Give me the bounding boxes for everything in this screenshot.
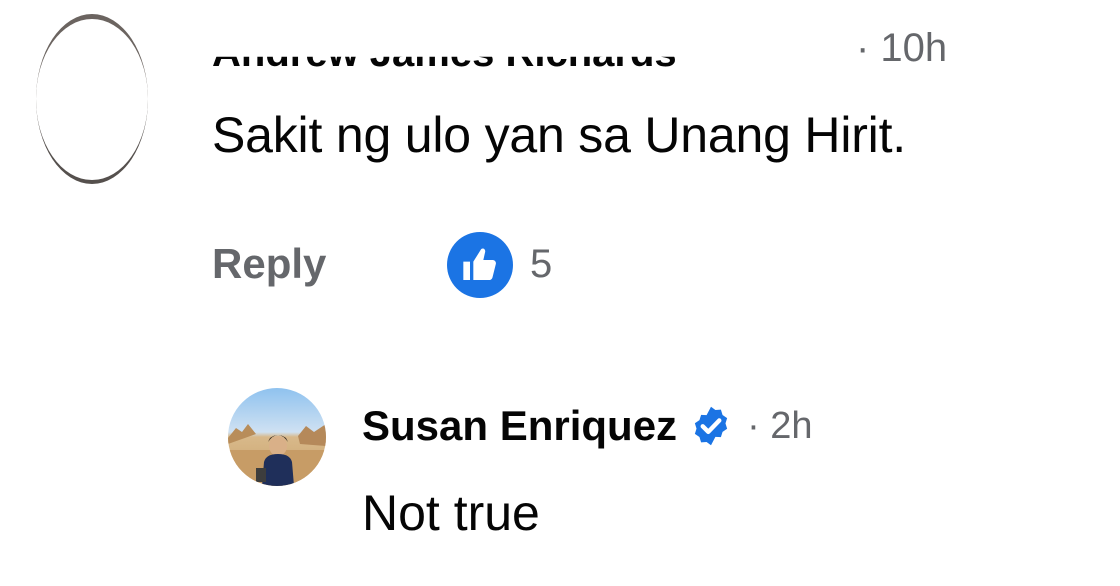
commenter-avatar[interactable] [36, 14, 148, 184]
reply-timestamp[interactable]: · 2h [747, 405, 812, 448]
comment-timestamp[interactable]: · 10h [856, 26, 947, 71]
avatar-photo [228, 388, 326, 486]
comment-author-name[interactable]: Andrew James Richards [212, 57, 677, 67]
reply-button[interactable]: Reply [212, 240, 326, 288]
comment-author-row: Andrew James Richards [212, 28, 677, 78]
like-reaction-icon[interactable] [447, 232, 513, 298]
like-count[interactable]: 5 [530, 242, 552, 287]
thumbs-up-icon [463, 248, 496, 280]
reply-text: Not true [362, 485, 540, 541]
verified-badge-icon [694, 406, 728, 446]
comment-text: Sakit ng ulo yan sa Unang Hirit. [212, 107, 906, 163]
reply-author-avatar[interactable] [228, 388, 326, 486]
reply-author-name[interactable]: Susan Enriquez [362, 402, 677, 450]
reply-author-row: Susan Enriquez · 2h [362, 402, 813, 450]
